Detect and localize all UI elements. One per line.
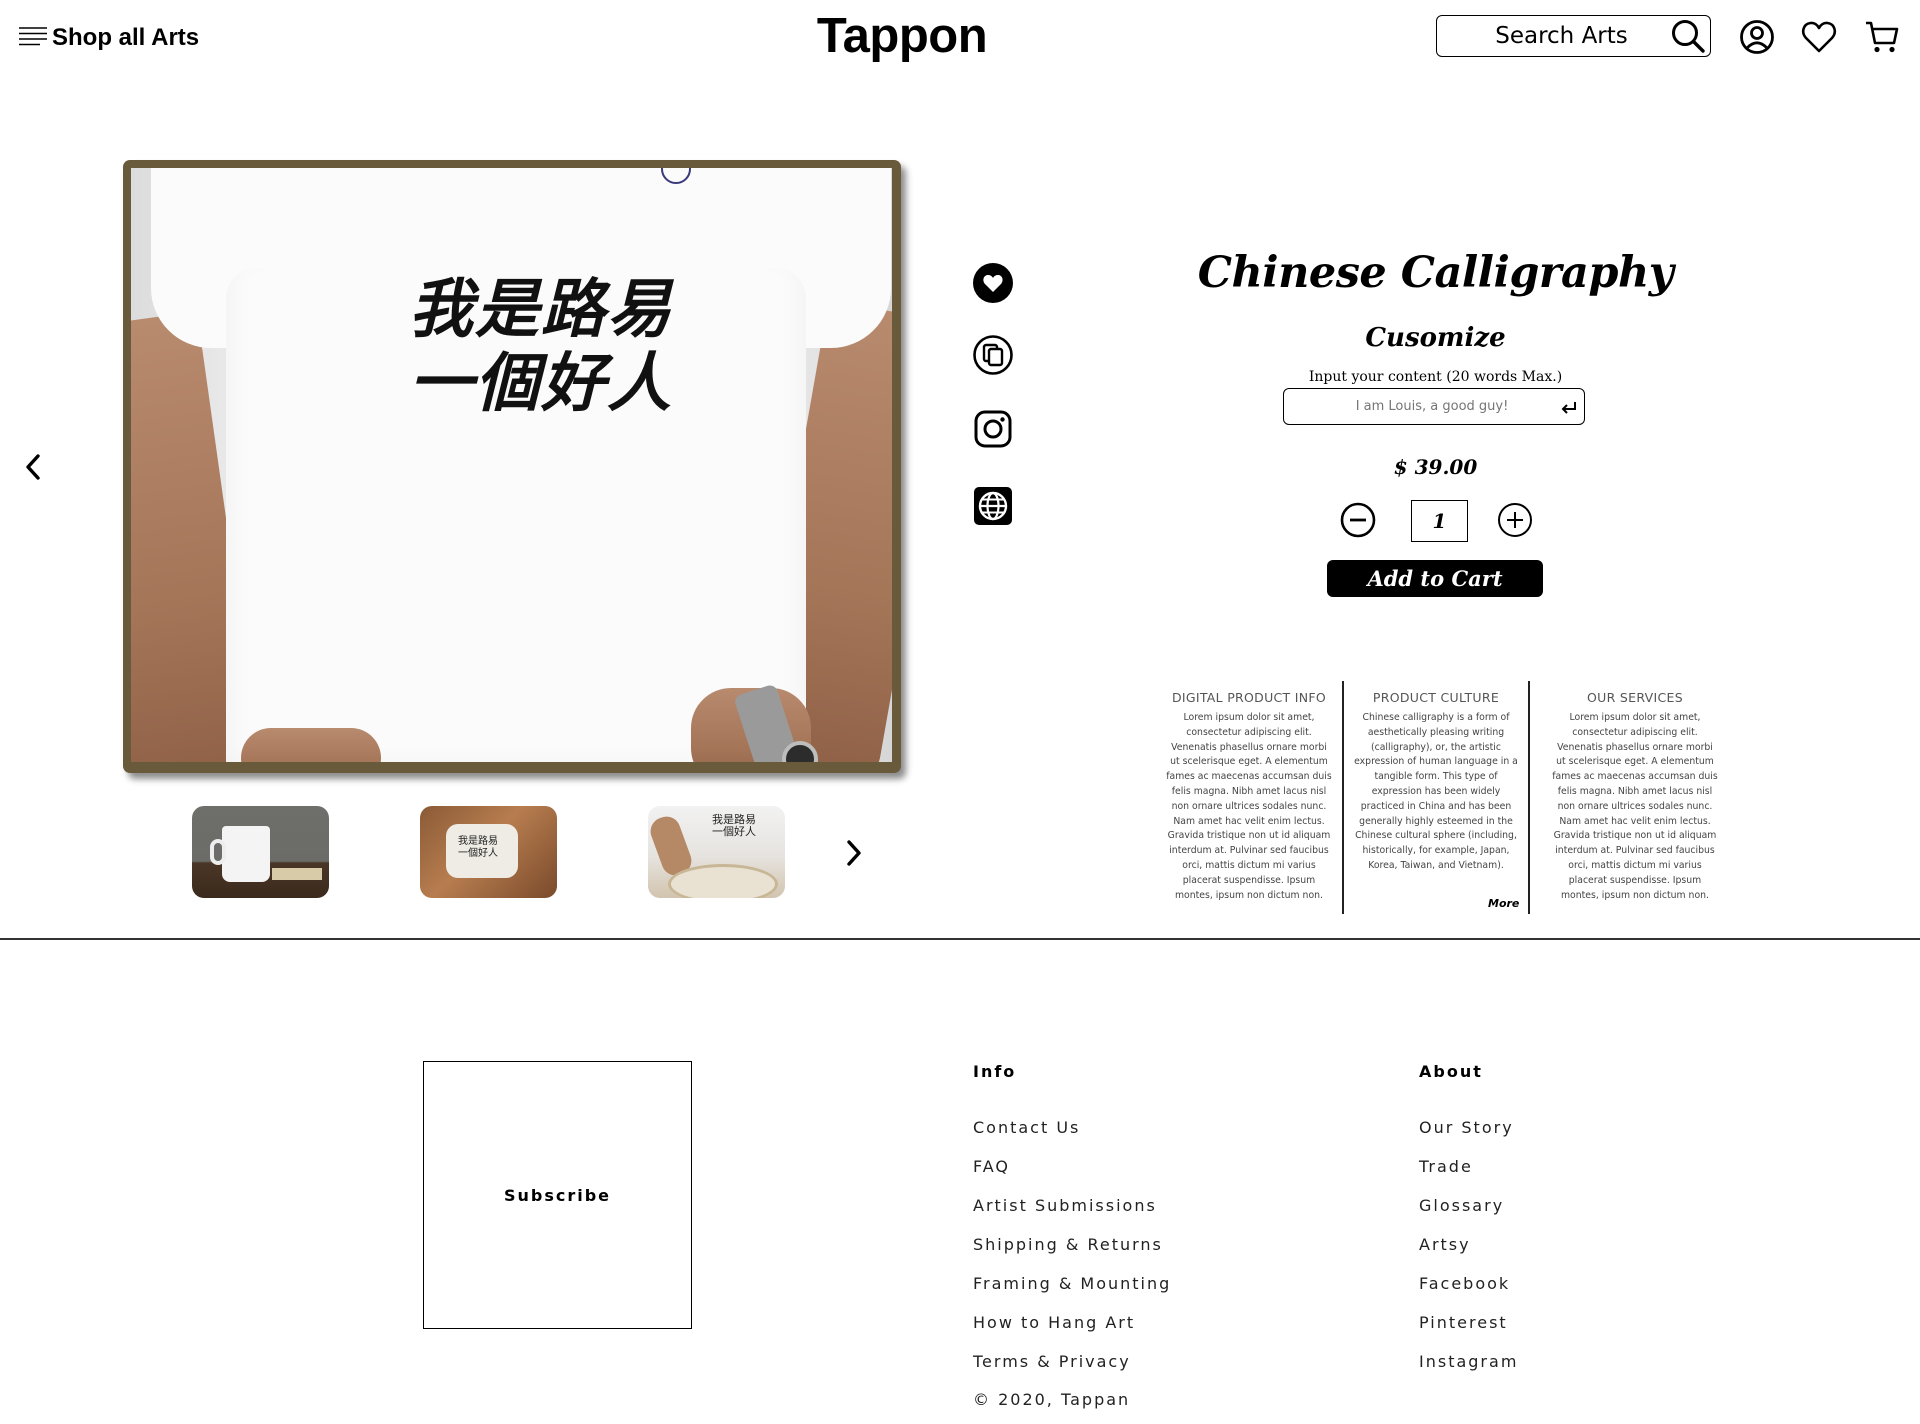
footer-link-framing-mounting[interactable]: Framing & Mounting — [973, 1272, 1171, 1311]
footer-link-pinterest[interactable]: Pinterest — [1419, 1311, 1518, 1350]
footer-link-artsy[interactable]: Artsy — [1419, 1233, 1518, 1272]
search-box[interactable]: Search Arts — [1436, 15, 1711, 57]
footer-link-trade[interactable]: Trade — [1419, 1155, 1518, 1194]
footer-link-facebook[interactable]: Facebook — [1419, 1272, 1518, 1311]
content-input-box[interactable] — [1283, 388, 1585, 425]
digital-product-info-column: DIGITAL PRODUCT INFO Lorem ipsum dolor s… — [1165, 690, 1333, 903]
search-icon[interactable] — [1666, 16, 1710, 56]
add-to-cart-button[interactable]: Add to Cart — [1327, 560, 1543, 597]
our-services-column: OUR SERVICES Lorem ipsum dolor sit amet,… — [1551, 690, 1719, 903]
footer-link-instagram[interactable]: Instagram — [1419, 1350, 1518, 1389]
prev-image-arrow-icon[interactable] — [18, 452, 48, 482]
section-divider — [0, 938, 1920, 940]
column-body: Lorem ipsum dolor sit amet, consectetur … — [1552, 712, 1718, 901]
column-heading: DIGITAL PRODUCT INFO — [1171, 690, 1327, 705]
decrease-quantity-button[interactable] — [1340, 502, 1376, 538]
product-title: Chinese Calligraphy — [1197, 248, 1674, 298]
column-divider — [1528, 681, 1530, 914]
calligraphy-line-1: 我是路易 — [409, 272, 673, 347]
content-input[interactable] — [1284, 389, 1554, 424]
main-product-image-frame: 我是路易 一個好人 — [123, 160, 901, 773]
next-thumbnail-arrow-icon[interactable] — [839, 838, 869, 868]
footer-link-how-to-hang-art[interactable]: How to Hang Art — [973, 1311, 1171, 1350]
subscribe-button[interactable]: Subscribe — [423, 1061, 692, 1329]
thumbnail-apron[interactable]: 我是路易 一個好人 — [648, 806, 785, 898]
column-heading: PRODUCT CULTURE — [1372, 690, 1500, 705]
column-body: Chinese calligraphy is a form of aesthet… — [1354, 712, 1518, 871]
product-culture-column: PRODUCT CULTURE Chinese calligraphy is a… — [1352, 690, 1520, 874]
search-input[interactable]: Search Arts — [1437, 23, 1666, 49]
content-input-label: Input your content (20 words Max.) — [1308, 369, 1563, 385]
product-price: $ 39.00 — [1393, 455, 1478, 479]
calligraphy-line-2: 一個好人 — [409, 346, 673, 421]
thumbnail-pillow[interactable]: 我是路易 一個好人 — [420, 806, 557, 898]
footer-link-shipping-returns[interactable]: Shipping & Returns — [973, 1233, 1171, 1272]
footer-link-glossary[interactable]: Glossary — [1419, 1194, 1518, 1233]
enter-icon[interactable] — [1554, 400, 1584, 414]
account-icon[interactable] — [1738, 18, 1776, 56]
copy-link-icon[interactable] — [972, 334, 1014, 376]
calligraphy-print: 我是路易 一個好人 — [409, 273, 709, 421]
more-link[interactable]: More — [1488, 897, 1519, 910]
footer-link-artist-submissions[interactable]: Artist Submissions — [973, 1194, 1171, 1233]
globe-icon[interactable] — [972, 485, 1014, 527]
plus-circle-icon — [1498, 503, 1532, 537]
footer-info-links: Contact Us FAQ Artist Submissions Shippi… — [973, 1116, 1171, 1389]
thumbnail-mug[interactable] — [192, 806, 329, 898]
footer-link-terms-privacy[interactable]: Terms & Privacy — [973, 1350, 1171, 1389]
instagram-icon[interactable] — [972, 408, 1014, 450]
column-divider — [1342, 681, 1344, 914]
column-heading: OUR SERVICES — [1587, 690, 1683, 705]
footer-link-our-story[interactable]: Our Story — [1419, 1116, 1518, 1155]
main-product-image[interactable]: 我是路易 一個好人 — [131, 168, 892, 762]
column-body: Lorem ipsum dolor sit amet, consectetur … — [1166, 712, 1332, 901]
footer-link-faq[interactable]: FAQ — [973, 1155, 1171, 1194]
copyright-text: © 2020, Tappan — [973, 1390, 1131, 1409]
increase-quantity-button[interactable] — [1497, 502, 1533, 538]
footer-about-heading: About — [1419, 1062, 1483, 1081]
footer-info-heading: Info — [973, 1062, 1017, 1081]
footer-about-links: Our Story Trade Glossary Artsy Facebook … — [1419, 1116, 1518, 1389]
footer-link-contact-us[interactable]: Contact Us — [973, 1116, 1171, 1155]
quantity-field[interactable]: 1 — [1411, 500, 1468, 542]
cart-icon[interactable] — [1863, 18, 1901, 56]
wishlist-heart-icon[interactable] — [1800, 18, 1838, 56]
heart-share-icon[interactable] — [972, 262, 1014, 304]
minus-circle-icon — [1340, 502, 1376, 538]
customize-heading: Cusomize — [1365, 323, 1506, 353]
